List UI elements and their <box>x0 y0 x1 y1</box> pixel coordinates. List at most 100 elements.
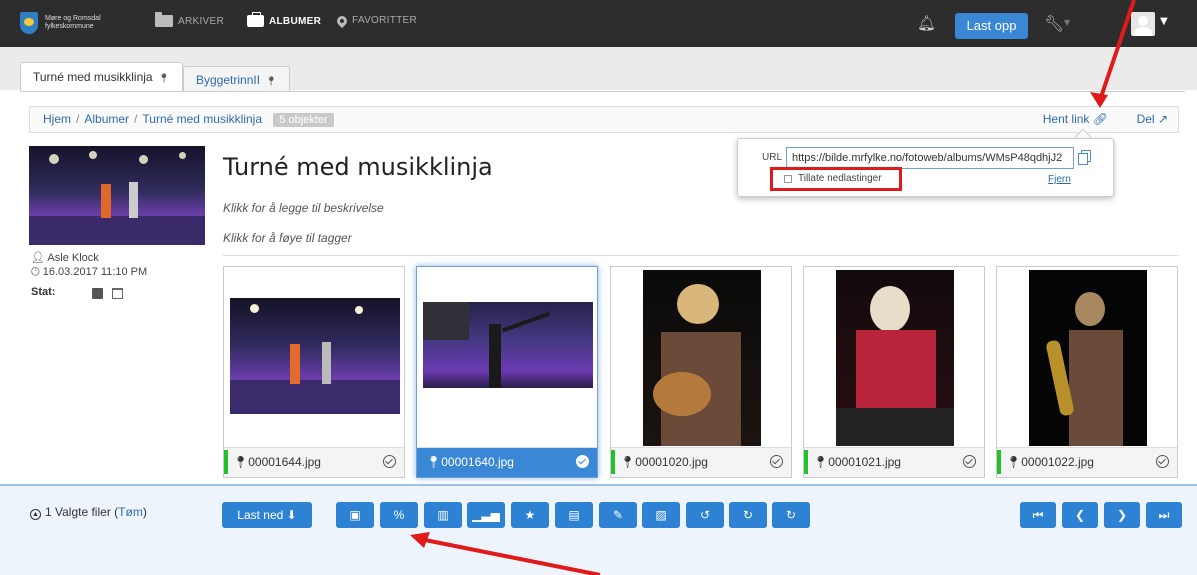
document-button[interactable]: ▤ <box>555 502 593 528</box>
share-button[interactable]: Del ↗ <box>1137 112 1168 126</box>
image-thumbnail <box>423 302 593 388</box>
map-pin-icon: 📍︎ <box>813 455 829 469</box>
author: 👤︎ Asle Klock <box>31 252 99 264</box>
bell-icon[interactable]: 🔔︎ <box>917 14 936 32</box>
status-indicator <box>804 450 808 474</box>
star-icon: ★ <box>524 508 536 522</box>
object-count-badge: 5 objekter <box>273 113 334 127</box>
favorite-button[interactable]: ★ <box>511 502 549 528</box>
nav-item-favoritter[interactable]: FAVORITTER <box>334 13 417 28</box>
chevron-down-icon[interactable]: ▼ <box>1160 16 1168 27</box>
url-label: URL <box>762 152 783 163</box>
picture-icon: ▨ <box>655 508 667 522</box>
tab-label: Turné med musikklinja <box>33 70 153 84</box>
select-checkbox[interactable] <box>576 455 589 468</box>
refresh-icon: ↻ <box>785 508 797 522</box>
album-button[interactable]: ▣ <box>336 502 374 528</box>
briefcase-icon: ▣ <box>349 508 361 522</box>
briefcase-icon <box>247 12 264 27</box>
rating-button[interactable]: ▁▃▅ <box>467 502 505 528</box>
avatar[interactable] <box>1131 12 1155 36</box>
image-thumbnail <box>836 270 954 446</box>
album-title[interactable]: Turné med musikklinja <box>223 153 493 181</box>
image-card[interactable]: 📍︎00001021.jpg <box>803 266 985 478</box>
remove-link-button[interactable]: Fjern <box>1048 174 1071 185</box>
breadcrumb-albumer[interactable]: Albumer <box>84 112 129 126</box>
url-field[interactable]: https://bilde.mrfylke.no/fotoweb/albums/… <box>786 147 1074 169</box>
trash-icon[interactable] <box>112 288 123 299</box>
next-page-button[interactable]: ❯ <box>1104 502 1140 528</box>
select-checkbox[interactable] <box>963 455 976 468</box>
image-name: 00001022.jpg <box>1021 455 1094 469</box>
wrench-icon[interactable]: 🔧︎ <box>1044 14 1064 33</box>
image-button[interactable]: ▨ <box>642 502 680 528</box>
trash-icon: ▥ <box>437 508 449 522</box>
map-pin-icon <box>334 13 350 28</box>
download-button[interactable]: Last ned ⬇ <box>222 502 312 528</box>
archive-icon[interactable] <box>92 288 103 299</box>
image-card[interactable]: 📍︎00001644.jpg <box>223 266 405 478</box>
image-name: 00001640.jpg <box>441 455 514 469</box>
image-caption: 📍︎00001640.jpg <box>417 447 597 477</box>
image-thumbnail <box>1029 270 1147 446</box>
description-hint[interactable]: Klikk for å legge til beskrivelse <box>223 201 384 215</box>
map-pin-icon: 📍︎ <box>263 76 277 86</box>
folder-icon <box>155 12 173 27</box>
tags-hint[interactable]: Klikk for å føye til tagger <box>223 231 352 245</box>
tab-byggetrinnii[interactable]: ByggetrinnII 📍︎ <box>183 66 290 92</box>
stat-label: Stat: <box>31 286 56 298</box>
copy-icon[interactable] <box>1078 150 1091 165</box>
rotate-left-icon: ↺ <box>699 508 711 522</box>
breadcrumb: Hjem / Albumer / Turné med musikklinja 5 obj… <box>29 106 1179 133</box>
link-icon: 🔗︎ <box>1092 112 1108 126</box>
refresh-button[interactable]: ↻ <box>772 502 810 528</box>
album-meta: 👤︎ Asle Klock 🕑︎ 16.03.2017 11:10 PM <box>31 251 147 279</box>
image-caption: 📍︎00001021.jpg <box>804 447 984 477</box>
selection-toolbar: ▲ 1 Valgte filer (Tøm) Last ned ⬇ ▣ % ▥ ▁… <box>0 484 1197 575</box>
get-link-button[interactable]: Hent link 🔗︎ <box>1043 112 1108 126</box>
image-card[interactable]: 📍︎00001640.jpg <box>416 266 598 478</box>
unlink-icon: % <box>393 508 405 522</box>
arrow-up-icon[interactable]: ▲ <box>30 509 41 520</box>
last-page-button[interactable]: ⏭ <box>1146 502 1182 528</box>
edit-button[interactable]: ✎ <box>599 502 637 528</box>
download-icon: ⬇ <box>286 508 297 522</box>
breadcrumb-hjem[interactable]: Hjem <box>43 112 71 126</box>
logo[interactable]: Møre og Romsdal fylkeskommune <box>20 12 120 34</box>
rotate-right-button[interactable]: ↻ <box>729 502 767 528</box>
first-page-button[interactable]: ⏮ <box>1020 502 1056 528</box>
upload-button[interactable]: Last opp <box>955 13 1028 39</box>
selected-files-info: ▲ 1 Valgte filer (Tøm) <box>30 505 147 520</box>
delete-button[interactable]: ▥ <box>424 502 462 528</box>
pencil-icon: ✎ <box>612 508 624 522</box>
breadcrumb-album[interactable]: Turné med musikklinja <box>142 112 262 126</box>
chevron-down-icon[interactable]: ▼ <box>1064 18 1070 27</box>
nav-item-albumer[interactable]: ALBUMER <box>247 12 321 27</box>
image-card[interactable]: 📍︎00001022.jpg <box>996 266 1178 478</box>
map-pin-icon: 📍︎ <box>426 455 442 469</box>
image-card[interactable]: 📍︎00001020.jpg <box>610 266 792 478</box>
coat-of-arms-icon <box>20 12 38 34</box>
select-checkbox[interactable] <box>770 455 783 468</box>
date: 🕑︎ 16.03.2017 11:10 PM <box>31 266 148 278</box>
map-pin-icon: 📍︎ <box>155 73 170 83</box>
chevron-left-icon: ❮ <box>1074 508 1086 522</box>
logo-line-1: Møre og Romsdal <box>45 15 101 22</box>
nav-item-arkiver[interactable]: ARKIVER <box>155 12 224 27</box>
first-page-icon: ⏮ <box>1032 508 1044 522</box>
status-indicator <box>224 450 228 474</box>
rotate-left-button[interactable]: ↺ <box>686 502 724 528</box>
map-pin-icon: 📍︎ <box>620 455 636 469</box>
image-caption: 📍︎00001020.jpg <box>611 447 791 477</box>
signal-bars-icon: ▁▃▅ <box>472 508 500 522</box>
last-page-icon: ⏭ <box>1158 508 1170 522</box>
tab-label: ByggetrinnII <box>196 73 261 87</box>
select-checkbox[interactable] <box>383 455 396 468</box>
unlink-button[interactable]: % <box>380 502 418 528</box>
annotation-highlight-box <box>770 167 902 191</box>
tab-turne-med-musikklinja[interactable]: Turné med musikklinja 📍︎ <box>20 62 183 92</box>
share-icon: ↗ <box>1157 112 1168 126</box>
clear-selection-link[interactable]: Tøm <box>118 505 143 519</box>
select-checkbox[interactable] <box>1156 455 1169 468</box>
previous-page-button[interactable]: ❮ <box>1062 502 1098 528</box>
